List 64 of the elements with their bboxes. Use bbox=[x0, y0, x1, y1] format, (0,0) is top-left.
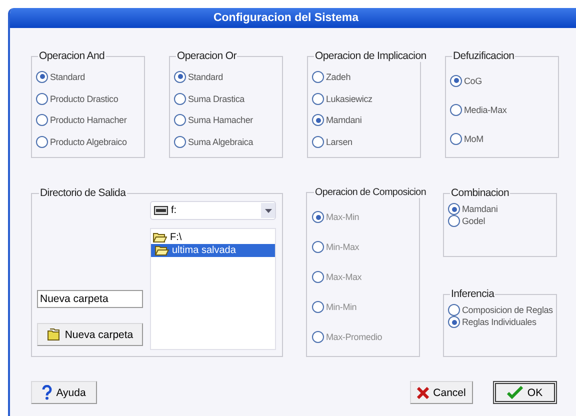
radio-option[interactable]: Suma Hamacher bbox=[174, 114, 278, 126]
window-title: Configuracion del Sistema bbox=[10, 8, 576, 28]
group-title: Combinacion bbox=[450, 187, 510, 199]
folder-item[interactable]: F:\ bbox=[151, 231, 275, 244]
radio-option[interactable]: Lukasiewicz bbox=[312, 92, 416, 105]
folder-list[interactable]: F:\ ultima salvada bbox=[150, 228, 276, 350]
radio-option[interactable]: Suma Drastica bbox=[174, 92, 278, 105]
radio-option[interactable]: Producto Drastico bbox=[36, 92, 140, 105]
radio-button[interactable] bbox=[448, 215, 460, 227]
radio-button[interactable] bbox=[36, 136, 48, 148]
folder-name-field[interactable]: Nueva carpeta bbox=[37, 290, 143, 308]
radio-button[interactable] bbox=[450, 104, 462, 116]
radio-button[interactable] bbox=[36, 70, 48, 83]
radio-button[interactable] bbox=[174, 70, 186, 83]
radio-button[interactable] bbox=[312, 136, 324, 148]
radio-button[interactable] bbox=[448, 304, 460, 316]
caret-icon bbox=[264, 208, 272, 212]
group-title: Operacion And bbox=[38, 50, 106, 62]
radio-option[interactable]: CoG bbox=[450, 74, 554, 86]
question-mark-icon bbox=[42, 385, 52, 400]
folder-item[interactable]: ultima salvada bbox=[151, 244, 275, 257]
radio-button[interactable] bbox=[312, 92, 324, 105]
radio-button[interactable] bbox=[312, 114, 324, 126]
ok-button[interactable]: OK bbox=[493, 381, 557, 404]
group-title: Defuzificacion bbox=[452, 50, 516, 62]
folder-icon bbox=[155, 245, 169, 256]
group-title: Inferencia bbox=[450, 288, 496, 300]
radio-option[interactable]: Zadeh bbox=[312, 70, 416, 83]
radio-button[interactable] bbox=[450, 74, 462, 86]
help-button[interactable]: Ayuda bbox=[31, 381, 97, 404]
radio-option[interactable]: Media-Max bbox=[450, 104, 554, 116]
radio-option[interactable]: Standard bbox=[36, 70, 140, 83]
drive-dropdown[interactable]: f: bbox=[150, 201, 276, 220]
cross-icon bbox=[417, 386, 430, 398]
radio-button[interactable] bbox=[174, 136, 186, 148]
radio-button[interactable] bbox=[448, 203, 460, 215]
radio-button[interactable] bbox=[448, 316, 460, 328]
folder-icon bbox=[46, 328, 61, 341]
radio-option[interactable]: MoM bbox=[450, 132, 554, 144]
radio-option[interactable]: Mamdani bbox=[312, 114, 416, 126]
radio-button[interactable] bbox=[36, 114, 48, 126]
radio-button[interactable] bbox=[312, 70, 324, 83]
checkmark-icon bbox=[507, 386, 524, 399]
radio-button[interactable] bbox=[174, 92, 186, 105]
radio-option[interactable]: Composicion de Reglas bbox=[448, 304, 552, 316]
radio-button[interactable] bbox=[36, 92, 48, 105]
radio-option[interactable]: Mamdani bbox=[448, 203, 552, 215]
radio-option[interactable]: Producto Hamacher bbox=[36, 114, 140, 126]
radio-option[interactable]: Producto Algebraico bbox=[36, 136, 140, 148]
radio-option[interactable]: Larsen bbox=[312, 136, 416, 148]
group-title: Directorio de Salida bbox=[39, 187, 127, 199]
group-title: Operacion de Implicacion bbox=[314, 50, 428, 62]
radio-option[interactable]: Standard bbox=[174, 70, 278, 83]
radio-option[interactable]: Godel bbox=[448, 215, 552, 227]
group-title: Operacion Or bbox=[176, 50, 238, 62]
radio-option[interactable]: Suma Algebraica bbox=[174, 136, 278, 148]
group-title: Operacion de Composicion bbox=[314, 187, 427, 198]
new-folder-button[interactable]: Nueva carpeta bbox=[37, 323, 143, 346]
drive-icon bbox=[154, 206, 168, 215]
folder-icon bbox=[153, 232, 167, 243]
radio-option[interactable]: Reglas Individuales bbox=[448, 316, 552, 328]
radio-button[interactable] bbox=[450, 132, 462, 144]
radio-button[interactable] bbox=[174, 114, 186, 126]
cancel-button[interactable]: Cancel bbox=[410, 381, 473, 404]
